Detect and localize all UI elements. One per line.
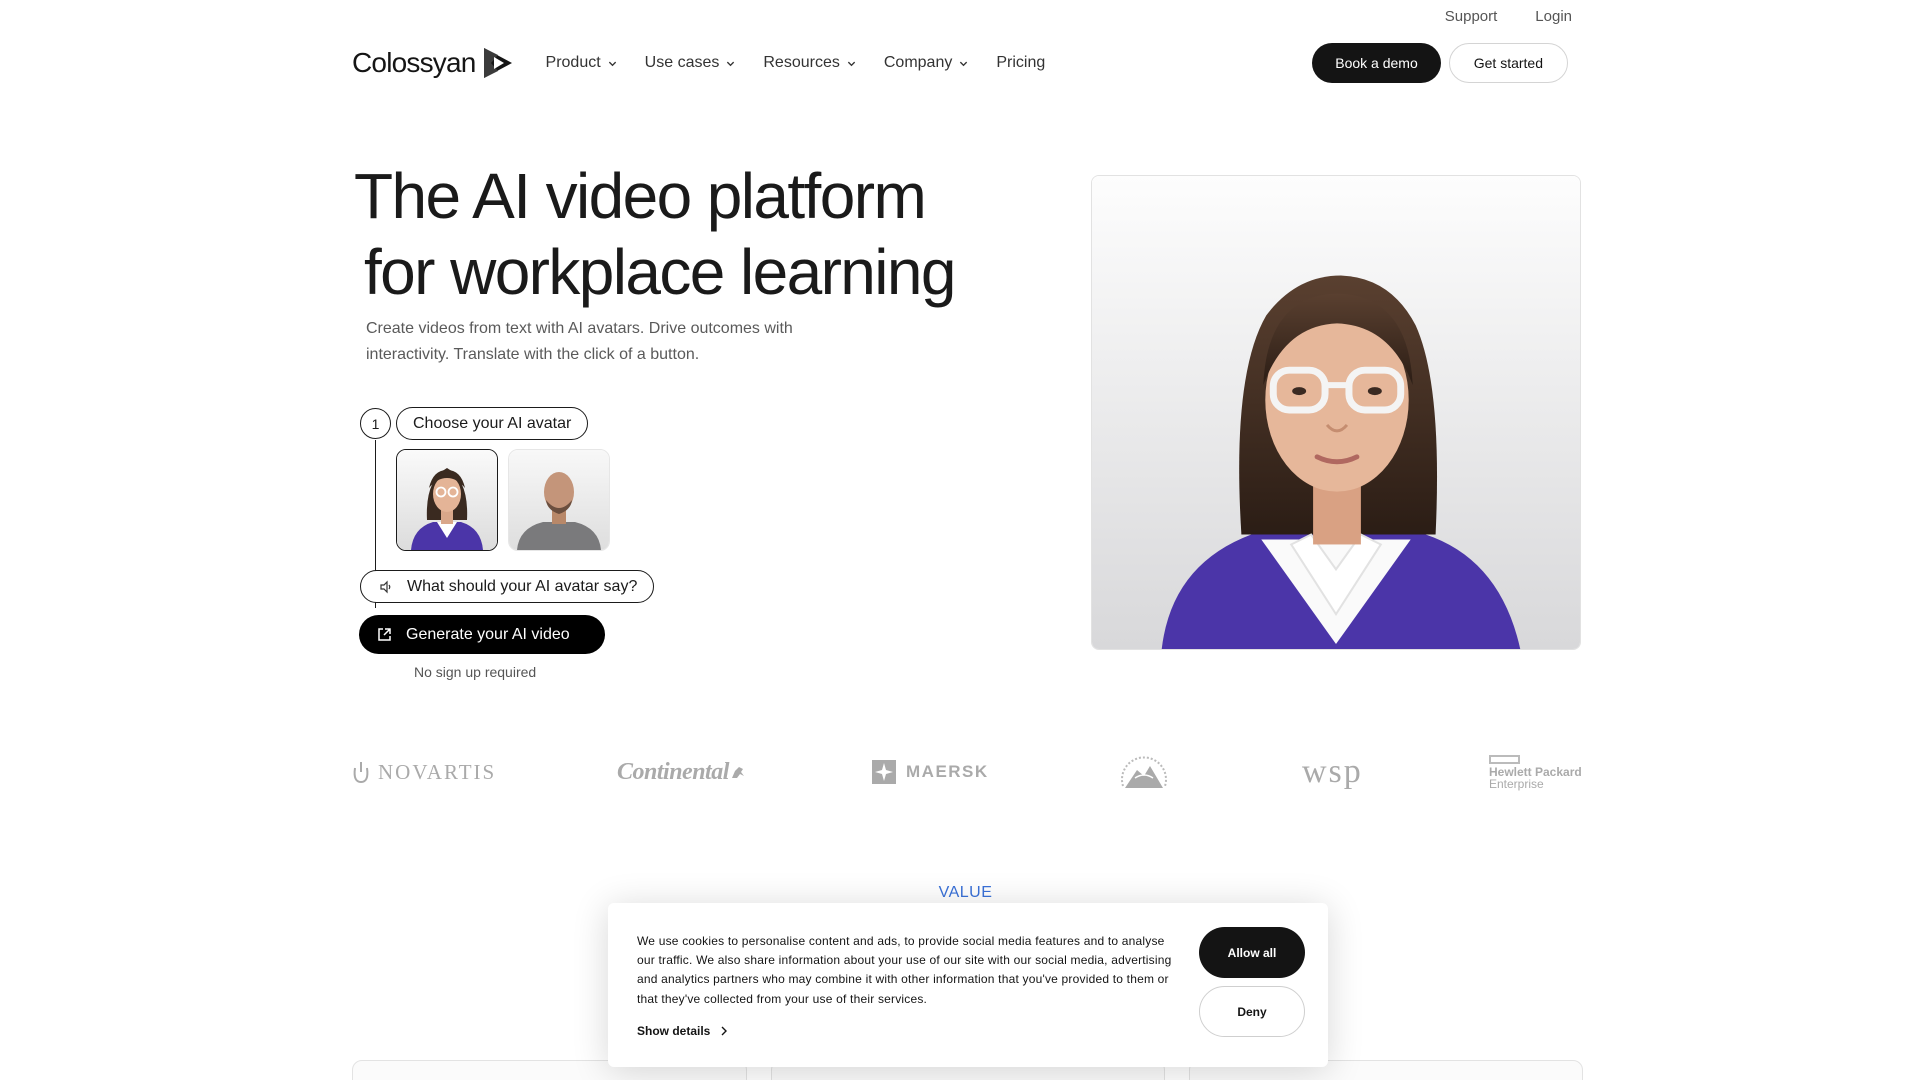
paramount-logo xyxy=(1117,752,1171,792)
generate-video-button[interactable]: Generate your AI video xyxy=(359,615,605,654)
novartis-wordmark: NOVARTIS xyxy=(378,759,497,784)
hpe-logo: Hewlett Packard Enterprise xyxy=(1489,752,1582,792)
show-details-link[interactable]: Show details xyxy=(637,1024,728,1038)
headline-line-1: The AI video platform xyxy=(354,160,927,232)
male-avatar-thumbnail xyxy=(509,450,609,550)
maersk-star-icon xyxy=(872,760,896,784)
value-section-label: VALUE xyxy=(938,884,993,901)
cookie-banner: We use cookies to personalise content an… xyxy=(608,903,1328,1067)
nav-item-use-cases[interactable]: Use cases xyxy=(645,54,736,72)
chevron-down-icon xyxy=(960,61,968,66)
hero-avatar-illustration xyxy=(1092,176,1580,649)
wsp-wordmark: wsp xyxy=(1302,753,1363,790)
hero-subtext: Create videos from text with AI avatars.… xyxy=(366,320,793,363)
paramount-mountain-icon xyxy=(1121,756,1167,788)
choose-avatar-label: Choose your AI avatar xyxy=(396,407,589,440)
avatar-script-placeholder: What should your AI avatar say? xyxy=(407,577,638,595)
show-details-label: Show details xyxy=(637,1024,711,1038)
nav-item-label: Resources xyxy=(763,54,840,71)
hero-avatar-image xyxy=(1091,175,1581,650)
external-link-icon xyxy=(378,628,391,641)
utility-bar: Support Login xyxy=(1445,8,1572,25)
client-logos: NOVARTIS Continental MAERSK wsp Hewlett … xyxy=(352,752,1582,792)
avatar-script-input[interactable]: What should your AI avatar say? xyxy=(360,570,655,603)
deny-cookies-button[interactable]: Deny xyxy=(1199,986,1305,1037)
chevron-down-icon xyxy=(847,61,855,66)
avatar-option-female[interactable] xyxy=(396,449,498,551)
chevron-down-icon xyxy=(727,61,735,66)
novartis-flame-icon xyxy=(353,762,369,784)
novartis-logo: NOVARTIS xyxy=(352,752,496,792)
continental-horse-icon xyxy=(731,767,744,778)
nav-item-label: Use cases xyxy=(644,54,720,71)
maersk-wordmark: MAERSK xyxy=(906,762,989,781)
hpe-rectangle-icon xyxy=(1489,754,1520,764)
main-nav: Colossyan Product Use cases Resources Co… xyxy=(352,40,1568,86)
colossyan-logo[interactable]: Colossyan xyxy=(352,46,514,80)
logo-text: Colossyan xyxy=(352,47,476,78)
chevron-right-icon xyxy=(721,1026,728,1036)
continental-logo: Continental xyxy=(617,752,747,792)
nav-item-label: Product xyxy=(545,54,601,71)
nav-item-pricing[interactable]: Pricing xyxy=(996,54,1045,72)
wsp-logo: wsp xyxy=(1302,752,1363,792)
cookie-message: We use cookies to personalise content an… xyxy=(637,934,1172,1006)
nav-menu: Product Use cases Resources Company Pric… xyxy=(546,54,1046,72)
speaker-icon xyxy=(380,580,391,593)
allow-all-cookies-button[interactable]: Allow all xyxy=(1199,927,1305,978)
female-avatar-thumbnail xyxy=(397,450,497,550)
nav-item-product[interactable]: Product xyxy=(546,54,617,72)
book-demo-button[interactable]: Book a demo xyxy=(1312,43,1441,83)
headline-line-2: for workplace learning xyxy=(364,236,957,308)
nav-actions: Book a demo Get started xyxy=(1312,43,1568,83)
hpe-wordmark-line-1: Hewlett Packard xyxy=(1489,764,1582,779)
nav-item-company[interactable]: Company xyxy=(884,54,968,72)
get-started-button[interactable]: Get started xyxy=(1448,43,1568,83)
login-link[interactable]: Login xyxy=(1535,8,1572,25)
step-number: 1 xyxy=(360,408,391,439)
support-link[interactable]: Support xyxy=(1445,8,1498,25)
logo-mark-icon xyxy=(483,48,512,78)
avatar-option-male[interactable] xyxy=(508,449,610,551)
hero-headline: The AI video platform for workplace lear… xyxy=(354,158,957,310)
no-signup-note: No sign up required xyxy=(414,664,537,680)
chevron-down-icon xyxy=(608,61,616,66)
hpe-wordmark-line-2: Enterprise xyxy=(1489,776,1544,791)
nav-item-label: Pricing xyxy=(996,54,1046,71)
nav-item-label: Company xyxy=(883,54,953,71)
generate-video-label: Generate your AI video xyxy=(406,625,570,643)
nav-item-resources[interactable]: Resources xyxy=(763,54,855,72)
continental-wordmark: Continental xyxy=(617,758,729,785)
maersk-logo: MAERSK xyxy=(872,752,989,792)
